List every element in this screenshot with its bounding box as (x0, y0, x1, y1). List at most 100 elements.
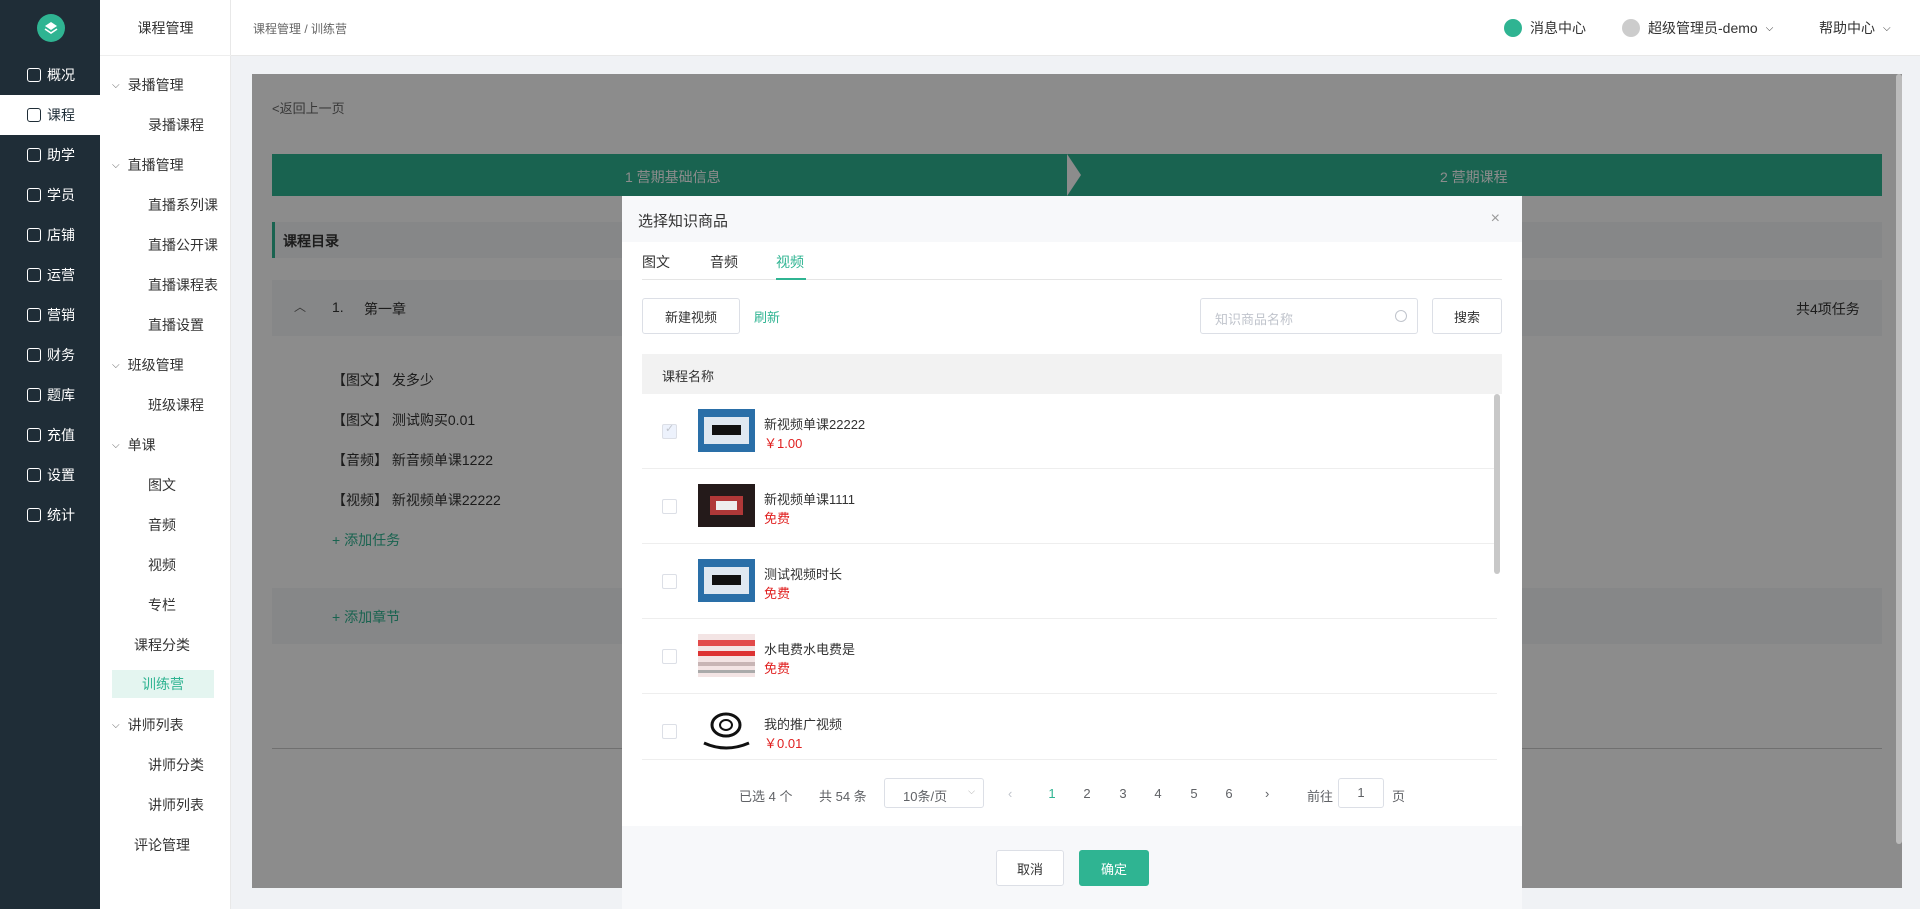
table-row[interactable]: 测试视频时长 免费 (642, 544, 1497, 619)
submenu-item-training-camp[interactable]: 训练营 (112, 670, 214, 698)
submenu-item-column[interactable]: 专栏 (148, 595, 176, 615)
rail-item-stats[interactable]: 统计 (0, 495, 100, 535)
submenu-group-lecturers[interactable]: ⌵ 讲师列表 (112, 715, 184, 735)
rail-item-course[interactable]: 课程 (0, 95, 100, 135)
rail-item-operation[interactable]: 运营 (0, 255, 100, 295)
search-icon (1395, 310, 1407, 322)
submenu-item-live-settings[interactable]: 直播设置 (148, 315, 204, 335)
row-checkbox[interactable] (662, 574, 677, 589)
course-price: 免费 (764, 661, 791, 676)
row-checkbox[interactable] (662, 499, 677, 514)
user-menu[interactable]: 超级管理员-demo ⌵ (1622, 18, 1773, 38)
table-row[interactable]: 新视频单课22222 ￥1.00 (642, 394, 1497, 469)
pen-icon (27, 388, 41, 402)
submenu-group-recorded[interactable]: ⌵ 录播管理 (112, 75, 184, 95)
next-page-icon[interactable]: › (1265, 786, 1269, 801)
table-row[interactable]: 水电费水电费是 免费 (642, 619, 1497, 694)
page-scrollbar[interactable] (1896, 74, 1902, 844)
chevron-down-icon: ⌵ (112, 79, 120, 91)
rail-item-assist[interactable]: 助学 (0, 135, 100, 175)
rail-item-recharge[interactable]: 充值 (0, 415, 100, 455)
monitor-icon (27, 68, 41, 82)
tab-audio[interactable]: 音频 (710, 252, 738, 272)
chevron-down-icon: ⌵ (112, 159, 120, 171)
rail-item-settings[interactable]: 设置 (0, 455, 100, 495)
page-1[interactable]: 1 (1042, 786, 1062, 801)
submenu-item-recorded-courses[interactable]: 录播课程 (148, 115, 204, 135)
product-type-tabs: 图文 音频 视频 (642, 252, 1502, 280)
course-price: 免费 (764, 511, 791, 526)
page-5[interactable]: 5 (1184, 786, 1204, 801)
submenu-item-article[interactable]: 图文 (148, 475, 176, 495)
submenu-group-live[interactable]: ⌵ 直播管理 (112, 155, 184, 175)
confirm-button[interactable]: 确定 (1079, 850, 1149, 886)
table-header: 课程名称 (642, 354, 1502, 394)
app-logo-icon[interactable] (37, 14, 65, 42)
table-row[interactable]: 新视频单课1111 免费 (642, 469, 1497, 544)
main-nav-rail: 概况 课程 助学 学员 店铺 运营 营销 财务 题库 充值 设置 统计 (0, 0, 100, 909)
chevron-down-icon: ⌵ (112, 359, 120, 371)
row-checkbox[interactable] (662, 724, 677, 739)
close-icon[interactable]: × (1491, 210, 1500, 228)
rail-item-finance[interactable]: 财务 (0, 335, 100, 375)
chevron-down-icon: ⌵ (1765, 22, 1774, 34)
active-tab-indicator (776, 278, 806, 280)
submenu-item-video[interactable]: 视频 (148, 555, 176, 575)
search-input[interactable]: 知识商品名称 (1200, 298, 1418, 334)
course-name: 新视频单课22222 (764, 417, 866, 432)
submenu-item-audio[interactable]: 音频 (148, 515, 176, 535)
submenu-item-live-schedule[interactable]: 直播课程表 (148, 275, 218, 295)
submenu-item-lecturer-category[interactable]: 讲师分类 (148, 755, 204, 775)
cancel-button[interactable]: 取消 (996, 850, 1064, 886)
help-center-menu[interactable]: 帮助中心 ⌵ (1819, 18, 1891, 38)
prev-page-icon[interactable]: ‹ (1008, 786, 1012, 801)
page-2[interactable]: 2 (1077, 786, 1097, 801)
tag-icon (27, 308, 41, 322)
message-center-link[interactable]: 消息中心 (1504, 18, 1586, 38)
tab-video[interactable]: 视频 (776, 252, 804, 272)
page-6[interactable]: 6 (1219, 786, 1239, 801)
rail-item-students[interactable]: 学员 (0, 175, 100, 215)
table-scrollbar[interactable] (1494, 394, 1500, 574)
course-price: ￥1.00 (764, 436, 803, 451)
yen-icon (27, 428, 41, 442)
course-name: 水电费水电费是 (764, 642, 856, 657)
page-4[interactable]: 4 (1148, 786, 1168, 801)
video-thumbnail (698, 709, 755, 752)
wallet-icon (27, 348, 41, 362)
selected-count: 已选 4 个 (739, 789, 793, 804)
refresh-link[interactable]: 刷新 (754, 307, 780, 326)
submenu-item-course-category[interactable]: 课程分类 (134, 635, 190, 655)
search-button[interactable]: 搜索 (1432, 298, 1502, 334)
row-checkbox[interactable] (662, 649, 677, 664)
page-3[interactable]: 3 (1113, 786, 1133, 801)
top-bar: 课程管理 / 训练营 消息中心 超级管理员-demo ⌵ 帮助中心 ⌵ (231, 0, 1920, 56)
dialog-title: 选择知识商品 (638, 213, 729, 230)
goto-page-input[interactable]: 1 (1338, 778, 1384, 808)
speaker-icon (1504, 19, 1522, 37)
submenu-item-live-series[interactable]: 直播系列课 (148, 195, 218, 215)
video-thumbnail (698, 559, 755, 602)
total-count: 共 54 条 (819, 789, 867, 804)
page-size-select[interactable]: 10条/页 ⌵ (884, 778, 984, 808)
table-row[interactable]: 我的推广视频 ￥0.01 (642, 694, 1497, 760)
submenu-item-class-courses[interactable]: 班级课程 (148, 395, 204, 415)
video-thumbnail (698, 484, 755, 527)
avatar (1622, 19, 1640, 37)
rail-item-question-bank[interactable]: 题库 (0, 375, 100, 415)
tab-article[interactable]: 图文 (642, 252, 670, 272)
rail-item-shop[interactable]: 店铺 (0, 215, 100, 255)
submenu-item-reviews[interactable]: 评论管理 (134, 835, 190, 855)
submenu-group-class[interactable]: ⌵ 班级管理 (112, 355, 184, 375)
course-price: 免费 (764, 586, 791, 601)
submenu-item-live-open[interactable]: 直播公开课 (148, 235, 218, 255)
rail-item-overview[interactable]: 概况 (0, 55, 100, 95)
book-icon (27, 108, 41, 122)
new-video-button[interactable]: 新建视频 (642, 298, 740, 334)
chevron-down-icon: ⌵ (968, 786, 975, 796)
user-icon (27, 188, 41, 202)
submenu-item-lecturer-list[interactable]: 讲师列表 (148, 795, 204, 815)
row-checkbox[interactable] (662, 422, 677, 439)
rail-item-marketing[interactable]: 营销 (0, 295, 100, 335)
submenu-group-single[interactable]: ⌵ 单课 (112, 435, 156, 455)
